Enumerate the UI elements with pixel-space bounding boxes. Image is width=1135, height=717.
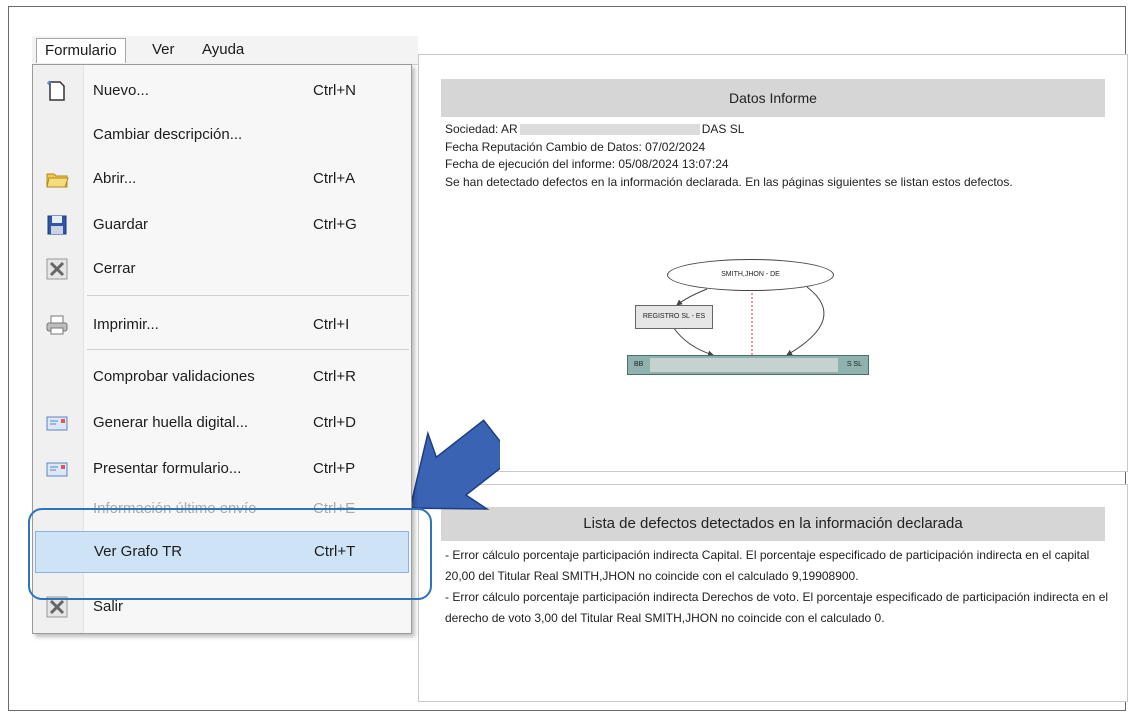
folder-open-icon [46,173,69,188]
report-info-panel: Datos Informe Sociedad: AR DAS SL Fecha R… [418,54,1128,472]
menu-item-presentar-formulario[interactable]: Presentar formulario... Ctrl+P [33,449,411,489]
menu-item-guardar[interactable]: Guardar Ctrl+G [33,205,411,245]
ownership-graph: SMITH,JHON - DE REGISTRO SL - ES BB S SL [627,259,877,391]
menu-item-abrir[interactable]: Abrir... Ctrl+A [33,159,411,199]
menu-separator [87,295,409,296]
menu-item-imprimir[interactable]: Imprimir... Ctrl+I [33,305,411,345]
menubar: Formulario Ver Ayuda [32,36,418,65]
graph-bottom-left: BB [634,361,644,368]
fecha-reputacion: Fecha Reputación Cambio de Datos: 07/02/… [445,139,706,154]
graph-bottom-right: S SL [846,361,862,368]
envelope-icon [46,416,68,431]
graph-node-registro: REGISTRO SL - ES [635,305,713,329]
menu-item-nuevo[interactable]: Nuevo... Ctrl+N [33,71,411,111]
close-icon [46,258,68,280]
aviso-defectos: Se han detectado defectos en la informac… [445,174,1013,189]
envelope-icon [46,462,68,477]
menu-item-cambiar-descripcion[interactable]: Cambiar descripción... [33,115,411,155]
menu-ayuda[interactable]: Ayuda [194,38,252,62]
menu-separator [87,349,409,350]
defects-list: - Error cálculo porcentaje participación… [445,545,1110,629]
fecha-ejecucion: Fecha de ejecución del informe: 05/08/20… [445,157,729,171]
defects-panel: Lista de defectos detectados en la infor… [418,484,1128,702]
graph-node-sociedad: BB S SL [627,355,869,375]
menu-ver[interactable]: Ver [144,38,183,62]
graph-redacted [650,358,838,372]
printer-icon [46,315,68,335]
save-icon [47,215,67,235]
new-document-icon [47,80,65,101]
defect-item: - Error cálculo porcentaje participación… [445,548,1090,583]
highlight-annotation [28,508,432,600]
sociedad-line: Sociedad: AR DAS SL [445,121,1105,139]
menu-item-cerrar[interactable]: Cerrar [33,249,411,289]
menu-formulario[interactable]: Formulario [36,38,126,63]
report-info-lines: Sociedad: AR DAS SL Fecha Reputación Camb… [445,121,1105,191]
redacted-block [519,124,700,136]
defects-header: Lista de defectos detectados en la infor… [441,507,1105,541]
menu-item-generar-huella[interactable]: Generar huella digital... Ctrl+D [33,403,411,443]
sociedad-suffix: DAS SL [701,122,745,136]
menu-item-comprobar-validaciones[interactable]: Comprobar validaciones Ctrl+R [33,357,411,397]
report-header: Datos Informe [441,79,1105,117]
sociedad-prefix: Sociedad: AR [445,122,518,136]
defect-item: - Error cálculo porcentaje participación… [445,590,1109,625]
graph-node-titular: SMITH,JHON - DE [667,259,834,291]
